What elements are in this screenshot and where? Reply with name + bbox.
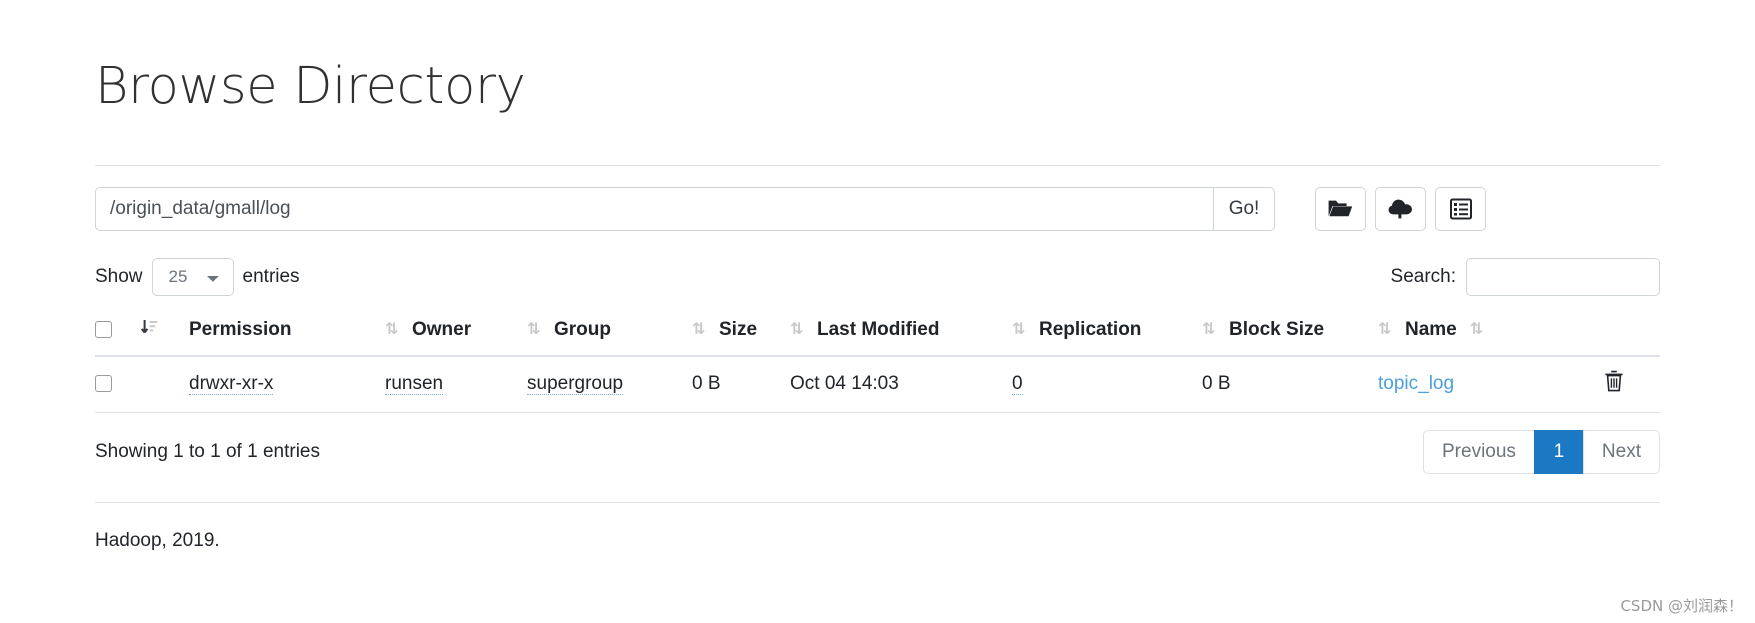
row-checkbox[interactable] <box>95 375 112 393</box>
cell-block-size: 0 B <box>1202 355 1378 413</box>
sort-updown-icon[interactable]: ⇅ <box>1202 321 1216 338</box>
row-select-cell <box>95 355 141 413</box>
search-control: Search: <box>1390 257 1660 296</box>
sort-updown-icon[interactable]: ⇅ <box>385 321 399 338</box>
replication-value[interactable]: 0 <box>1012 372 1023 395</box>
header-name-label: Name <box>1405 318 1457 340</box>
header-owner-label: Owner <box>412 318 472 340</box>
header-last-modified[interactable]: ⇅ Last Modified <box>790 307 1012 357</box>
sort-updown-icon[interactable]: ⇅ <box>1378 321 1392 338</box>
table-body: drwxr-xr-x runsen supergroup 0 B Oct 04 … <box>95 355 1660 413</box>
path-input-group: Go! <box>95 186 1275 231</box>
entries-label: entries <box>242 265 300 287</box>
header-size[interactable]: ⇅ Size <box>692 307 790 357</box>
path-action-buttons <box>1315 186 1486 231</box>
watermark: CSDN @刘润森！ <box>1620 597 1743 615</box>
sort-updown-icon[interactable]: ⇅ <box>1470 321 1484 338</box>
permission-value[interactable]: drwxr-xr-x <box>189 372 274 395</box>
header-group[interactable]: ⇅ Group <box>527 307 692 357</box>
page-title: Browse Directory <box>95 57 526 116</box>
path-bar-row: Go! <box>95 186 1660 231</box>
header-sort-indicator[interactable] <box>140 307 189 357</box>
header-owner[interactable]: ⇅ Owner <box>385 307 527 357</box>
cell-owner: runsen <box>385 355 527 413</box>
cell-replication: 0 <box>1012 355 1202 413</box>
cell-size: 0 B <box>692 355 790 413</box>
row-spacer-cell <box>141 355 189 413</box>
open-folder-icon <box>1328 198 1353 219</box>
page-container: Browse Directory Go! <box>0 0 1755 552</box>
table-row: drwxr-xr-x runsen supergroup 0 B Oct 04 … <box>95 355 1660 413</box>
search-label: Search: <box>1390 265 1456 287</box>
pagination: Previous 1 Next <box>1423 429 1660 474</box>
pagination-next[interactable]: Next <box>1582 429 1660 474</box>
cloud-upload-button[interactable] <box>1375 186 1426 231</box>
sort-updown-icon[interactable]: ⇅ <box>790 321 804 338</box>
list-tasks-icon <box>1449 198 1472 220</box>
sort-updown-icon[interactable]: ⇅ <box>527 321 541 338</box>
header-permission[interactable]: Permission <box>189 307 385 357</box>
header-block-size-label: Block Size <box>1229 318 1325 340</box>
header-permission-label: Permission <box>189 318 292 340</box>
owner-value[interactable]: runsen <box>385 372 444 395</box>
pagination-page-1[interactable]: 1 <box>1533 429 1584 474</box>
header-divider <box>95 164 1660 166</box>
trash-icon <box>1604 370 1624 395</box>
sort-updown-icon[interactable]: ⇅ <box>692 321 706 338</box>
sort-amount-down-icon[interactable] <box>140 319 158 340</box>
cell-last-modified: Oct 04 14:03 <box>790 355 1012 413</box>
header-group-label: Group <box>554 318 611 340</box>
site-footer: Hadoop, 2019. <box>95 529 220 551</box>
cell-group: supergroup <box>527 355 692 413</box>
search-input[interactable] <box>1466 257 1660 296</box>
sort-updown-icon[interactable]: ⇅ <box>1012 321 1026 338</box>
path-input[interactable] <box>95 186 1213 231</box>
header-size-label: Size <box>719 318 758 340</box>
header-block-size[interactable]: ⇅ Block Size <box>1202 307 1378 357</box>
header-select-all <box>95 307 141 357</box>
go-button[interactable]: Go! <box>1213 186 1275 231</box>
show-label: Show <box>95 265 143 287</box>
datatable-footer: Showing 1 to 1 of 1 entries Previous 1 N… <box>95 429 1660 474</box>
datatable-controls: Show 25 entries Search: <box>95 257 1660 296</box>
file-browser-table: Permission ⇅ Owner ⇅ Group ⇅ Size ⇅ Last… <box>95 307 1660 413</box>
header-actions <box>1604 307 1660 357</box>
select-all-checkbox[interactable] <box>95 321 112 339</box>
delete-row-button[interactable] <box>1604 370 1624 392</box>
header-name[interactable]: ⇅ Name ⇅ <box>1378 307 1604 357</box>
cell-actions <box>1604 355 1660 413</box>
cell-permission: drwxr-xr-x <box>189 355 385 413</box>
entries-info: Showing 1 to 1 of 1 entries <box>95 440 320 462</box>
list-tasks-button[interactable] <box>1435 186 1486 231</box>
table-header-row: Permission ⇅ Owner ⇅ Group ⇅ Size ⇅ Last… <box>95 307 1660 357</box>
file-name-link[interactable]: topic_log <box>1378 373 1454 394</box>
page-length-control: Show 25 entries <box>95 257 300 296</box>
header-last-modified-label: Last Modified <box>817 318 940 340</box>
cell-name: topic_log <box>1378 355 1604 413</box>
pagination-previous[interactable]: Previous <box>1423 429 1535 474</box>
open-folder-button[interactable] <box>1315 186 1366 231</box>
cloud-upload-icon <box>1388 198 1413 219</box>
group-value[interactable]: supergroup <box>527 372 624 395</box>
header-replication[interactable]: ⇅ Replication <box>1012 307 1202 357</box>
header-replication-label: Replication <box>1039 318 1142 340</box>
table-head: Permission ⇅ Owner ⇅ Group ⇅ Size ⇅ Last… <box>95 307 1660 357</box>
page-length-select[interactable]: 25 <box>151 257 234 296</box>
